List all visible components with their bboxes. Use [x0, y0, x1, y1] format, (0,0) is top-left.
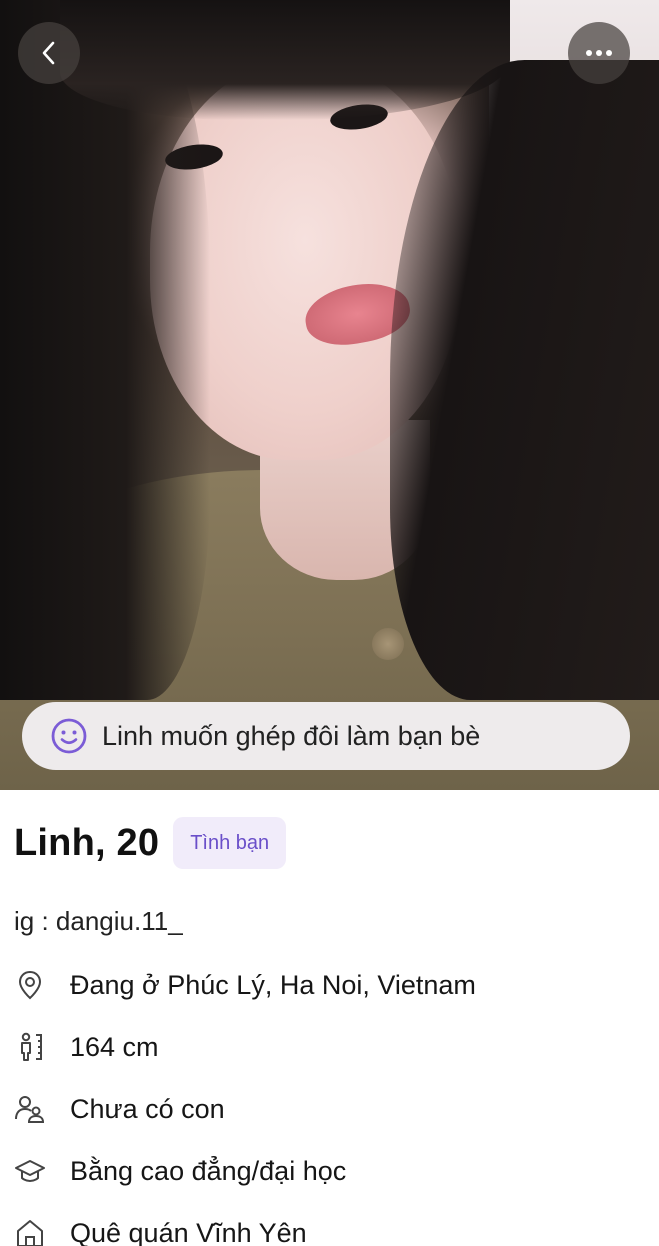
profile-photo[interactable]: [0, 0, 659, 790]
smile-icon: [51, 718, 87, 754]
name-row: Linh, 20 Tình bạn: [14, 810, 644, 876]
attribute-text: Chưa có con: [70, 1093, 225, 1124]
home-icon: [17, 1220, 43, 1246]
match-intent-text: Linh muốn ghép đôi làm bạn bè: [102, 720, 481, 751]
name-age: Linh, 20: [14, 821, 160, 864]
profile-info: Linh, 20 Tình bạn ig : dangiu.11_ Đang ở…: [14, 810, 644, 1246]
match-intent-banner: Linh muốn ghép đôi làm bạn bè: [22, 702, 630, 770]
children-icon: [15, 1096, 45, 1123]
attribute-location: Đang ở Phúc Lý, Ha Noi, Vietnam: [14, 954, 644, 1016]
height-icon: [21, 1032, 42, 1061]
more-options-button[interactable]: [568, 22, 630, 84]
bio-text: ig : dangiu.11_: [14, 906, 183, 936]
photo-detail: [390, 60, 659, 700]
relationship-goal-tag: Tình bạn: [173, 817, 287, 869]
photo-detail: [60, 0, 510, 120]
attribute-children: Chưa có con: [14, 1078, 644, 1140]
attribute-text: Đang ở Phúc Lý, Ha Noi, Vietnam: [70, 969, 476, 1000]
attribute-text: 164 cm: [70, 1031, 159, 1062]
more-horizontal-icon: [586, 50, 612, 56]
attribute-text: Quê quán Vĩnh Yên: [70, 1217, 307, 1246]
attribute-hometown: Quê quán Vĩnh Yên: [14, 1202, 644, 1246]
attribute-height: 164 cm: [14, 1016, 644, 1078]
location-pin-icon: [18, 970, 42, 1000]
photo-detail: [372, 628, 404, 660]
education-icon: [15, 1160, 45, 1183]
attribute-education: Bằng cao đẳng/đại học: [14, 1140, 644, 1202]
back-button[interactable]: [18, 22, 80, 84]
chevron-left-icon: [42, 41, 55, 65]
attribute-text: Bằng cao đẳng/đại học: [70, 1155, 347, 1186]
